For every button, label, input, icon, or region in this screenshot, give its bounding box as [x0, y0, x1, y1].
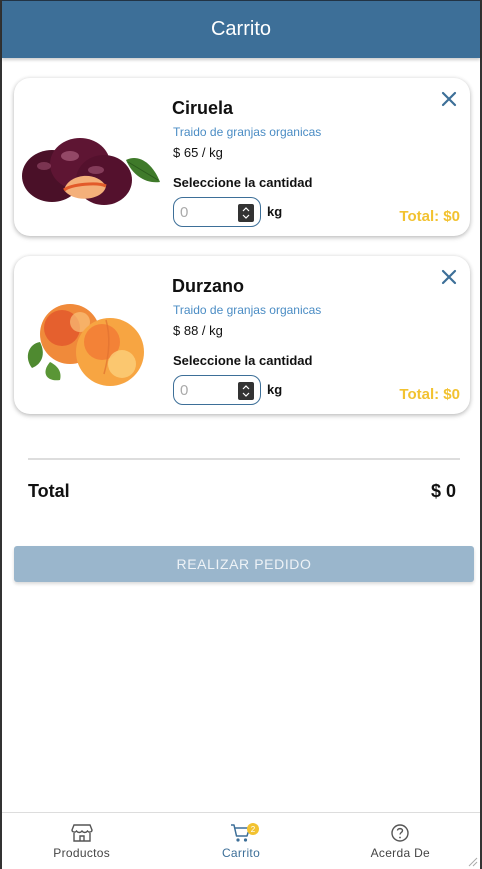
total-label: Total	[28, 481, 70, 501]
nav-label: Carrito	[221, 846, 261, 860]
place-order-button[interactable]: REALIZAR PEDIDO	[14, 546, 474, 582]
close-icon[interactable]	[440, 90, 458, 108]
quantity-placeholder: 0	[180, 203, 189, 221]
bottom-navigation: Productos 2 Carrito Acerda De	[2, 812, 480, 869]
quantity-input[interactable]: 0	[173, 197, 261, 227]
product-name: Ciruela	[172, 98, 234, 118]
quantity-input[interactable]: 0	[173, 375, 261, 405]
product-price: $ 88 / kg	[173, 323, 223, 338]
app-bar: Carrito	[2, 0, 480, 58]
divider	[28, 458, 460, 460]
product-origin: Traido de granjas organicas	[173, 303, 322, 317]
quantity-unit: kg	[267, 204, 283, 219]
quantity-label: Seleccione la cantidad	[173, 353, 313, 368]
store-icon	[70, 824, 93, 842]
close-icon[interactable]	[440, 268, 458, 286]
plum-fruit-image	[22, 138, 160, 205]
chevron-up-icon[interactable]	[242, 385, 250, 390]
product-price: $ 65 / kg	[173, 145, 223, 160]
nav-item-acerca-de[interactable]: Acerda De	[321, 813, 480, 869]
resize-grip-icon[interactable]	[466, 855, 478, 867]
product-name: Durzano	[172, 276, 244, 296]
cart-item-card: Durzano Traido de granjas organicas $ 88…	[14, 256, 470, 414]
quantity-stepper[interactable]	[238, 382, 254, 400]
product-origin: Traido de granjas organicas	[173, 125, 322, 139]
cart-count-badge: 2	[246, 823, 259, 835]
nav-item-productos[interactable]: Productos	[2, 813, 161, 869]
item-total: Total: $0	[399, 386, 460, 403]
nav-label: Productos	[53, 846, 111, 860]
chevron-up-icon[interactable]	[242, 207, 250, 212]
quantity-unit: kg	[267, 382, 283, 397]
peach-fruit-image	[27, 304, 144, 386]
chevron-down-icon[interactable]	[242, 392, 250, 397]
nav-item-carrito[interactable]: 2 Carrito	[161, 813, 320, 869]
quantity-placeholder: 0	[180, 381, 189, 399]
help-circle-icon	[391, 824, 410, 842]
quantity-label: Seleccione la cantidad	[173, 175, 313, 190]
chevron-down-icon[interactable]	[242, 214, 250, 219]
page-title: Carrito	[210, 18, 271, 40]
cart-item-card: Ciruela Traido de granjas organicas $ 65…	[14, 78, 470, 236]
quantity-stepper[interactable]	[238, 204, 254, 222]
total-value: $ 0	[430, 481, 456, 501]
item-total: Total: $0	[399, 208, 460, 225]
nav-label: Acerda De	[370, 846, 431, 860]
